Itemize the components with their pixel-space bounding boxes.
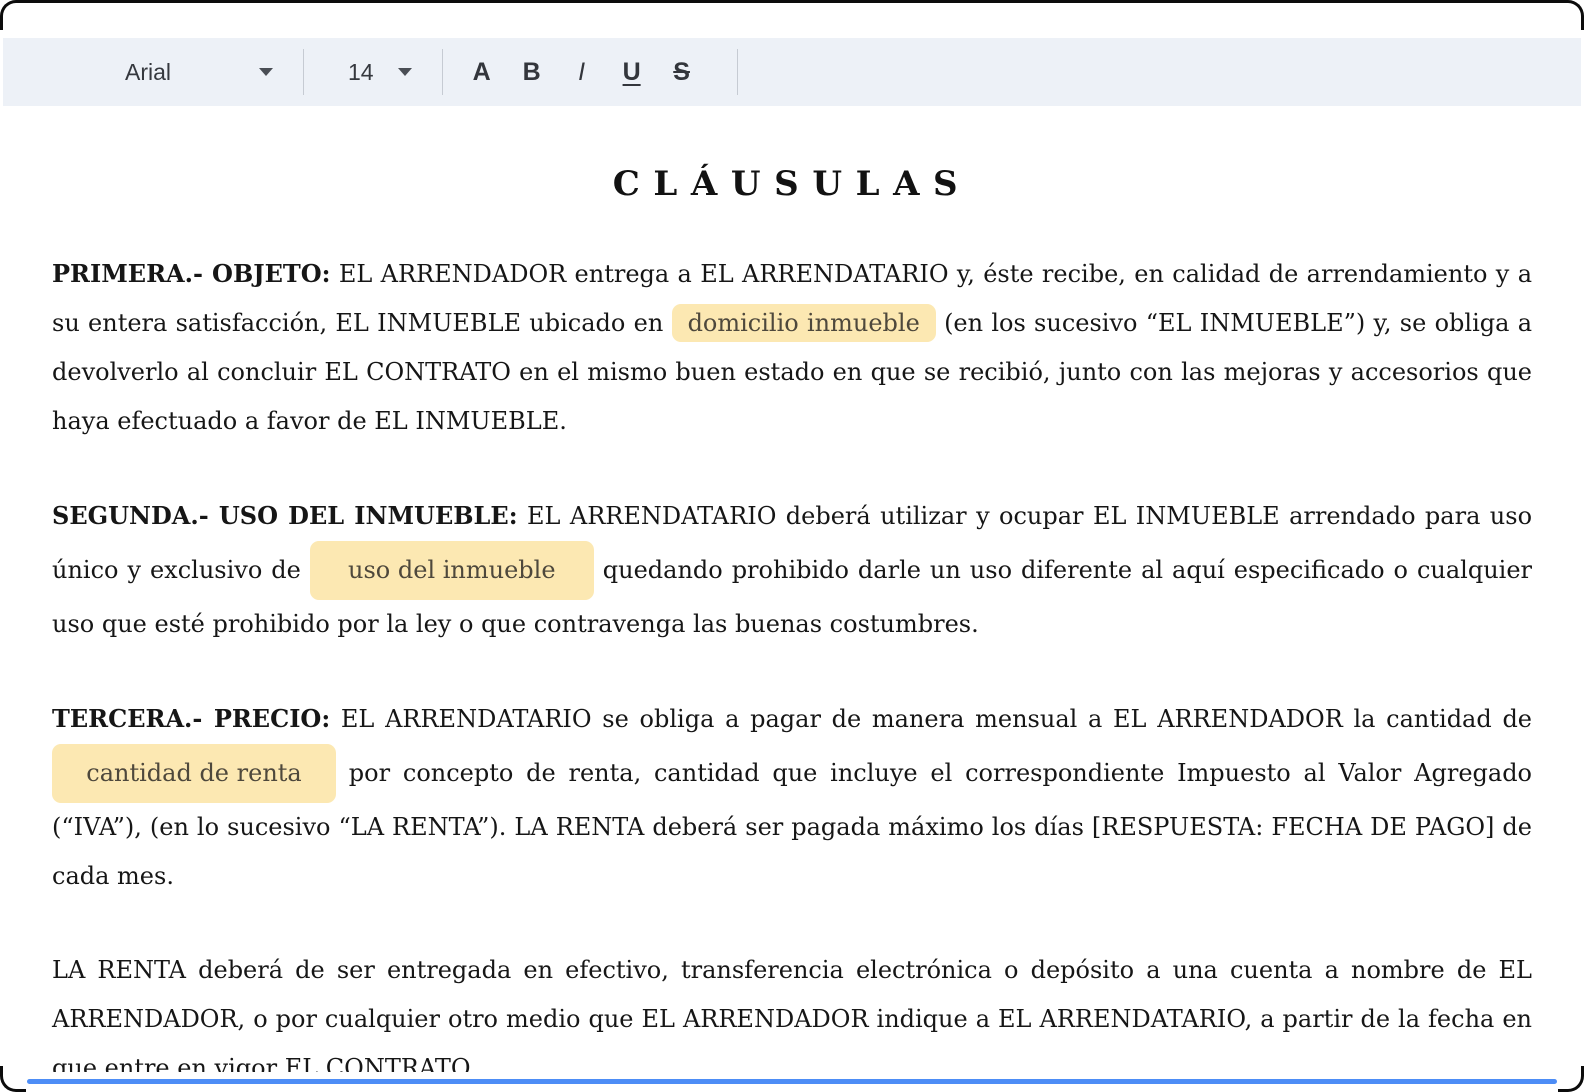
window-bottom-accent <box>27 1079 1557 1084</box>
document-heading: CLÁUSULAS <box>52 164 1532 204</box>
underline-button[interactable]: U <box>607 47 657 97</box>
highlight-field-chip[interactable]: uso del inmueble <box>310 541 594 600</box>
document-page[interactable]: CLÁUSULAS PRIMERA.- OBJETO: EL ARRENDADO… <box>0 106 1584 1072</box>
paragraph: TERCERA.- PRECIO: EL ARRENDATARIO se obl… <box>52 695 1532 901</box>
toolbar-divider <box>737 49 738 95</box>
font-size-value: 14 <box>348 59 374 86</box>
chevron-down-icon <box>259 68 273 76</box>
clause-title-run: PRIMERA.- OBJETO: <box>52 259 331 288</box>
toolbar-divider <box>303 49 304 95</box>
text-run: EL ARRENDATARIO se obliga a pagar de man… <box>330 705 1532 733</box>
paragraph: PRIMERA.- OBJETO: EL ARRENDADOR entrega … <box>52 250 1532 446</box>
chevron-down-icon <box>398 68 412 76</box>
bold-button[interactable]: B <box>507 47 557 97</box>
paragraph: LA RENTA deberá de ser entregada en efec… <box>52 946 1532 1072</box>
toolbar-divider <box>442 49 443 95</box>
text-run: LA RENTA deberá de ser entregada en efec… <box>52 956 1532 1072</box>
font-size-dropdown[interactable]: 14 <box>348 59 412 86</box>
text-style-button[interactable]: A <box>457 47 507 97</box>
document-body: PRIMERA.- OBJETO: EL ARRENDADOR entrega … <box>52 250 1532 1072</box>
app-window: Arial 14 A B I U S CLÁUSULAS PRIMERA.- O… <box>0 0 1584 1092</box>
clause-title-run: TERCERA.- PRECIO: <box>52 704 330 733</box>
highlight-field-chip[interactable]: domicilio inmueble <box>672 304 936 342</box>
strikethrough-button[interactable]: S <box>657 47 707 97</box>
clause-title-run: SEGUNDA.- USO DEL INMUEBLE: <box>52 501 518 530</box>
paragraph: SEGUNDA.- USO DEL INMUEBLE: EL ARRENDATA… <box>52 492 1532 649</box>
font-family-value: Arial <box>125 59 171 86</box>
format-buttons-group: A B I U S <box>457 47 707 97</box>
toolbar: Arial 14 A B I U S <box>3 38 1581 106</box>
highlight-field-chip[interactable]: cantidad de renta <box>52 744 336 803</box>
font-family-dropdown[interactable]: Arial <box>125 59 273 86</box>
window-outline-top <box>0 0 1584 30</box>
italic-button[interactable]: I <box>557 47 607 97</box>
